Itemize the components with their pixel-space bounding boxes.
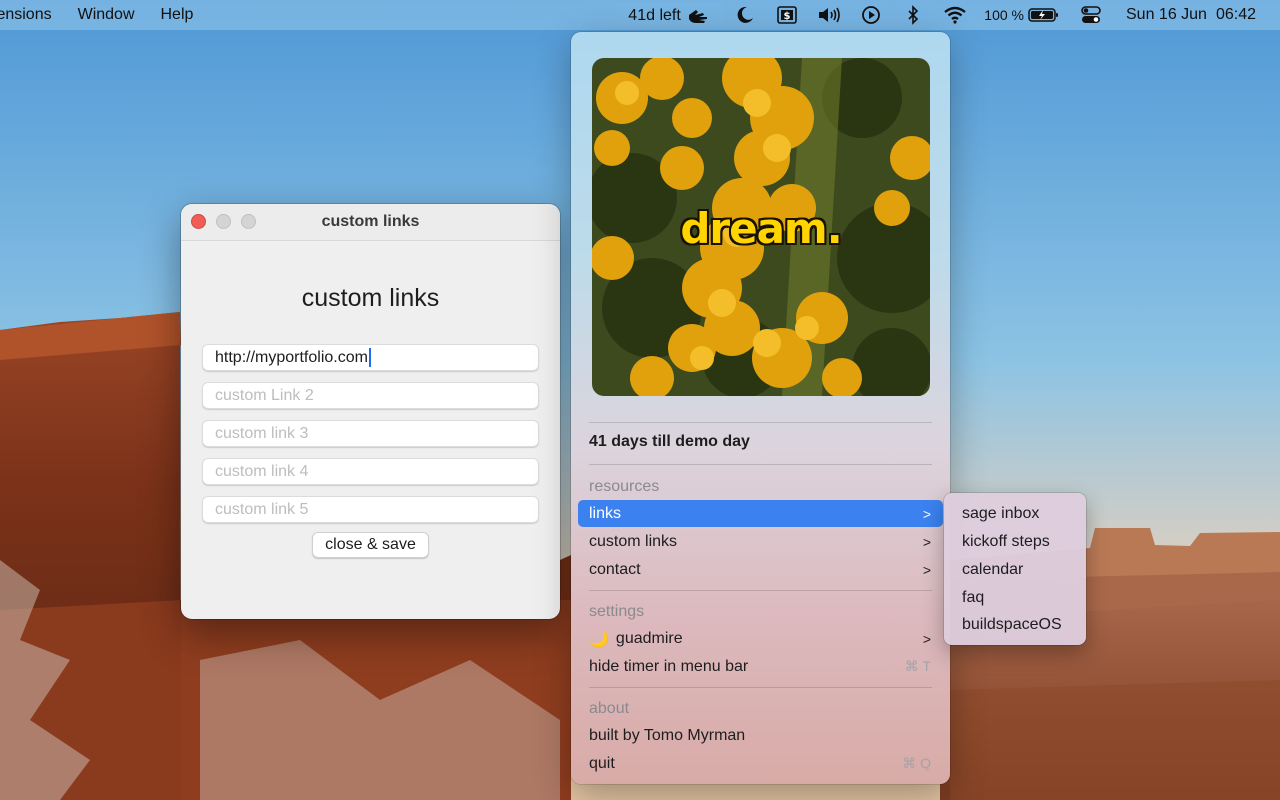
chevron-right-icon: > [922,561,931,578]
demo-day-countdown: 41 days till demo day [589,433,750,450]
custom-link-field-3-placeholder: custom link 3 [215,424,309,442]
menu-item-custom-links[interactable]: custom links > [578,528,943,555]
close-and-save-button[interactable]: close & save [312,532,429,558]
play-icon[interactable] [850,0,892,30]
shortcut-hint: ⌘ Q [902,755,931,771]
menu-item-hide-timer-label: hide timer in menu bar [589,657,749,675]
battery-status[interactable]: 100 % [976,0,1070,30]
battery-percent: 100 % [984,7,1024,23]
custom-link-field-2-placeholder: custom Link 2 [215,386,314,404]
menu-item-guadmire-label: guadmire [615,629,683,647]
window-title: custom links [321,213,420,230]
battery-icon [1028,8,1058,22]
close-window-button[interactable] [191,214,206,229]
chevron-right-icon: > [922,630,931,647]
minimize-window-button[interactable] [216,214,231,229]
custom-link-field-4-placeholder: custom link 4 [215,462,309,480]
chevron-right-icon: > [922,505,931,522]
custom-link-field-2[interactable]: custom Link 2 [202,382,539,409]
zoom-window-button[interactable] [241,214,256,229]
timer-label: 41d left [628,6,681,24]
clock-day: Sun 16 Jun [1126,6,1207,23]
moon-icon[interactable] [724,0,766,30]
menu-item-custom-links-label: custom links [589,532,678,550]
menu-item-contact-label: contact [589,560,641,578]
menu-extensions[interactable]: tensions [0,6,52,24]
custom-link-field-3[interactable]: custom link 3 [202,420,539,447]
artwork-caption: dream. [680,204,842,253]
menu-help[interactable]: Help [161,6,194,24]
submenu-item-buildspaceos[interactable]: buildspaceOS [950,611,1080,638]
resources-section-label: resources [589,478,660,495]
clock-time: 06:42 [1215,6,1256,23]
timer-status-item[interactable]: 41d left [614,1,725,30]
menu-bar: tensions Window Help 41d left $ 100 [0,0,1280,30]
menu-item-hide-timer[interactable]: hide timer in menu bar ⌘ T [578,653,943,680]
custom-link-field-4[interactable]: custom link 4 [202,458,539,485]
menu-separator [589,687,932,688]
menu-item-quit-label: quit [589,754,615,772]
window-titlebar[interactable]: custom links [181,204,560,241]
window-heading: custom links [301,284,440,312]
status-menu: dream. 41 days till demo day resources l… [571,32,950,784]
custom-links-window: custom links custom links http://myportf… [181,204,560,619]
submenu-item-kickoff-steps[interactable]: kickoff steps [950,528,1080,555]
menu-item-guadmire[interactable]: 🌙 guadmire > [578,625,943,652]
submenu-item-calendar[interactable]: calendar [950,556,1080,583]
clock[interactable]: Sun 16 Jun 06:42 [1112,0,1280,30]
menu-item-links[interactable]: links > [578,500,943,527]
settings-section-label: settings [589,603,645,620]
submenu-item-faq[interactable]: faq [950,584,1080,611]
dollar-icon[interactable]: $ [766,0,808,30]
links-submenu: sage inbox kickoff steps calendar faq bu… [944,493,1086,645]
menu-item-built-by[interactable]: built by Tomo Myrman [578,722,943,749]
svg-text:$: $ [784,11,791,22]
submenu-item-sage-inbox[interactable]: sage inbox [950,500,1080,527]
dream-artwork: dream. [592,58,930,396]
custom-link-field-1-value: http://myportfolio.com [215,348,368,366]
shortcut-hint: ⌘ T [904,658,931,674]
custom-link-field-5-placeholder: custom link 5 [215,500,309,518]
menu-item-contact[interactable]: contact > [578,556,943,583]
crescent-moon-icon: 🌙 [589,630,609,648]
text-caret [368,348,371,367]
wifi-icon[interactable] [934,0,976,30]
menu-item-quit[interactable]: quit ⌘ Q [578,750,943,777]
menu-separator [589,464,932,465]
menu-window[interactable]: Window [78,6,135,24]
custom-link-field-5[interactable]: custom link 5 [202,496,539,523]
menu-separator [589,590,932,591]
custom-link-field-1[interactable]: http://myportfolio.com [202,344,539,371]
bluetooth-icon[interactable] [892,0,934,30]
hand-icon [688,9,707,23]
menu-item-links-label: links [589,504,622,522]
about-section-label: about [589,700,630,717]
speaker-icon[interactable] [808,0,850,30]
menu-item-built-by-label: built by Tomo Myrman [589,726,746,744]
menu-separator [589,422,932,423]
control-center-icon[interactable] [1070,0,1112,30]
chevron-right-icon: > [922,533,931,550]
